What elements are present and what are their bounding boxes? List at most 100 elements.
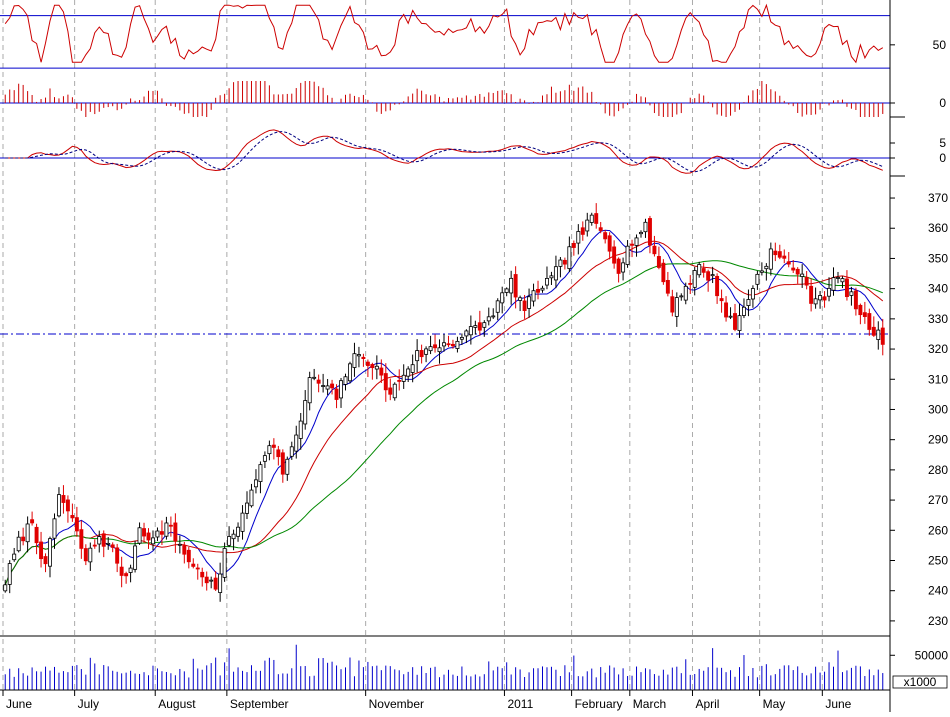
candle-body [249, 489, 254, 507]
candle-body [527, 296, 532, 309]
candle-body [415, 350, 420, 362]
candle-body [285, 458, 290, 475]
candle-body [240, 512, 245, 532]
candle-body [397, 380, 402, 382]
candle-body [128, 567, 133, 573]
candle-body [545, 278, 549, 286]
macd-tick-label: 0 [939, 151, 946, 165]
candle-body [365, 361, 370, 366]
price-tick-label: 250 [928, 553, 948, 567]
volume-tick-label: 50000 [915, 648, 949, 662]
candle-body [876, 329, 881, 340]
candle-body [571, 243, 576, 248]
candle-body [500, 292, 505, 304]
price-tick-label: 350 [928, 251, 948, 265]
candle-body [227, 536, 232, 546]
candle-body [446, 343, 451, 346]
candle-body [312, 376, 317, 379]
candle-body [115, 547, 120, 564]
candle-body [531, 290, 536, 302]
candle-body [585, 219, 590, 232]
candle-body [258, 464, 263, 482]
candle-body [504, 288, 509, 293]
candle-body [464, 330, 469, 337]
candle-body [831, 277, 836, 291]
candle-body [298, 420, 303, 439]
candle-body [871, 326, 876, 336]
candle-body [477, 322, 482, 331]
candle-body [603, 232, 608, 240]
volume-unit-label: x1000 [904, 675, 937, 689]
candle-body [433, 344, 438, 349]
candle-body [146, 532, 151, 541]
candle-body [70, 515, 75, 519]
candle-body [455, 340, 460, 349]
candle-body [325, 385, 330, 390]
candle-body [142, 528, 146, 537]
candle-body [97, 536, 102, 545]
candle-body [670, 296, 675, 313]
candle-body [598, 227, 603, 231]
candle-body [518, 297, 523, 301]
candle-body [836, 277, 840, 279]
candle-body [773, 250, 778, 256]
candle-body [88, 547, 93, 563]
candle-body [473, 325, 478, 328]
candle-body [661, 262, 666, 283]
candle-body [12, 553, 17, 561]
candle-body [151, 537, 155, 545]
candle-body [777, 251, 782, 258]
candle-body [567, 246, 572, 269]
candle-body [348, 363, 352, 382]
candle-body [401, 374, 406, 382]
candle-body [236, 526, 241, 537]
candle-body [218, 573, 223, 593]
candle-body [177, 543, 182, 546]
candle-body [656, 256, 661, 268]
candle-body [818, 295, 823, 301]
candle-body [110, 544, 115, 548]
candle-body [334, 388, 339, 400]
y-axis: 230 240 250 260 270 280 290 300 310 320 330 340 350 3… [0, 0, 948, 712]
candle-body [173, 522, 178, 542]
month-label: March [633, 697, 666, 711]
candle-body [822, 296, 827, 301]
candle-body [768, 248, 773, 270]
candle-body [715, 275, 720, 297]
rsi-tick-label: 50 [933, 38, 947, 52]
candle-body [558, 259, 563, 267]
price-tick-label: 240 [928, 584, 948, 598]
candle-body [706, 271, 711, 281]
candle-body [209, 579, 214, 582]
candle-body [683, 285, 688, 301]
candle-body [43, 556, 48, 565]
rsi-panel [0, 3, 890, 69]
candle-body [61, 495, 66, 503]
x-axis: June July August September November 2011 Febru… [0, 689, 890, 711]
candle-body [634, 237, 639, 246]
candle-body [549, 275, 554, 279]
candle-body [652, 245, 657, 255]
candle-body [159, 531, 164, 535]
candle-body [459, 336, 464, 340]
candle-body [827, 287, 832, 297]
candle-body [759, 270, 764, 273]
candle-body [356, 354, 361, 357]
candle-body [30, 519, 35, 524]
candle-body [509, 277, 514, 294]
candle-body [186, 549, 191, 563]
price-tick-label: 230 [928, 614, 948, 628]
candle-body [862, 312, 867, 318]
month-label: August [158, 697, 196, 711]
candle-body [513, 274, 518, 298]
candle-body [486, 316, 491, 322]
candle-body [352, 353, 357, 368]
candle-body [576, 231, 581, 244]
candle-body [25, 523, 30, 543]
candle-body [7, 563, 12, 585]
candle-body [813, 298, 818, 305]
candle-body [804, 276, 809, 286]
candle-body [419, 350, 424, 358]
candle-body [3, 584, 8, 592]
candle-body [755, 273, 760, 285]
